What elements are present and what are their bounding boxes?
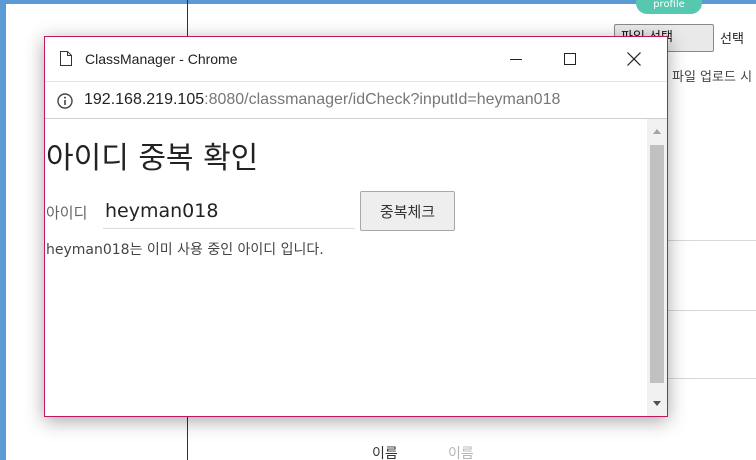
minimize-button[interactable] xyxy=(493,37,539,81)
url-path: :8080/classmanager/idCheck?inputId=heyma… xyxy=(204,91,561,108)
close-icon xyxy=(627,52,641,66)
scroll-down-button[interactable] xyxy=(647,394,667,414)
document-icon xyxy=(60,51,72,66)
page-title: 아이디 중복 확인 xyxy=(46,141,259,176)
background-name-placeholder[interactable]: 이름 xyxy=(448,443,474,460)
background-row-divider xyxy=(668,378,756,379)
url-host: 192.168.219.105 xyxy=(84,91,205,108)
id-input[interactable] xyxy=(103,193,355,229)
maximize-icon xyxy=(564,53,576,65)
scrollbar-thumb[interactable] xyxy=(650,145,664,383)
duplicate-check-button[interactable]: 중복체크 xyxy=(360,191,455,231)
maximize-button[interactable] xyxy=(547,37,593,81)
minimize-icon xyxy=(510,59,522,60)
triangle-down-icon xyxy=(653,401,661,406)
background-frame-left xyxy=(0,0,6,460)
window-title: ClassManager - Chrome xyxy=(85,51,238,67)
vertical-scrollbar[interactable] xyxy=(647,119,667,416)
info-icon[interactable] xyxy=(57,93,73,109)
triangle-up-icon xyxy=(653,129,661,134)
background-row-divider xyxy=(668,310,756,311)
id-label: 아이디 xyxy=(46,204,88,222)
address-bar[interactable]: 192.168.219.105:8080/classmanager/idChec… xyxy=(45,81,667,119)
background-name-label: 이름 xyxy=(372,446,398,460)
background-badge: profile xyxy=(636,0,702,14)
window-titlebar[interactable]: ClassManager - Chrome xyxy=(45,37,667,81)
page-content: 아이디 중복 확인 아이디 중복체크 heyman018는 이미 사용 중인 아… xyxy=(45,119,647,416)
close-button[interactable] xyxy=(611,37,657,81)
url-text[interactable]: 192.168.219.105:8080/classmanager/idChec… xyxy=(84,91,560,109)
background-row-divider xyxy=(668,240,756,241)
scroll-up-button[interactable] xyxy=(647,121,667,141)
background-upload-text: 파일 업로드 시 xyxy=(672,70,753,85)
result-message: heyman018는 이미 사용 중인 아이디 입니다. xyxy=(46,242,324,258)
popup-window: ClassManager - Chrome 192.168.219.105:80… xyxy=(44,36,668,417)
background-file-status: 선택 xyxy=(720,32,744,47)
